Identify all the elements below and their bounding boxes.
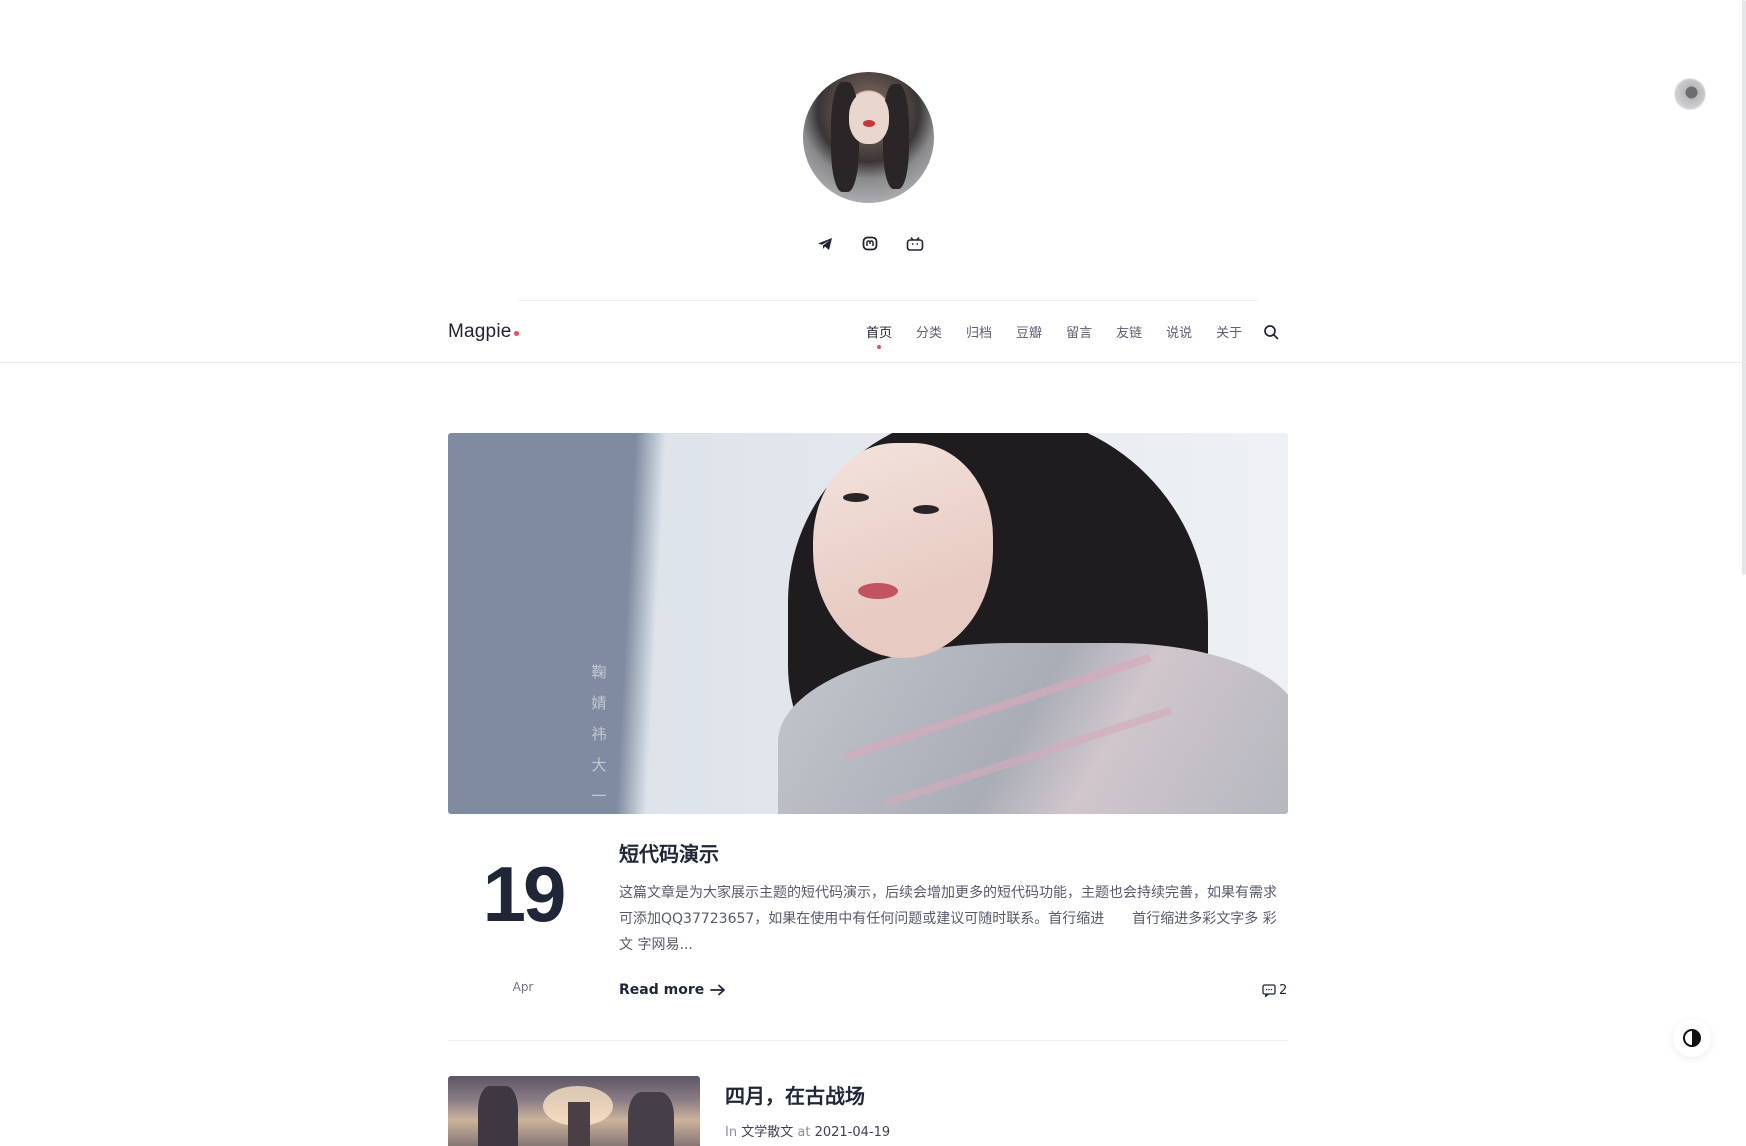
mastodon-icon[interactable]	[858, 232, 882, 256]
nav-item-guestbook[interactable]: 留言	[1066, 322, 1092, 341]
comment-count[interactable]: 2	[1262, 983, 1287, 998]
post-date-month: Apr	[512, 980, 534, 994]
site-brand[interactable]: Magpie	[448, 321, 519, 343]
arrow-right-icon	[710, 984, 726, 996]
post-thumbnail[interactable]	[448, 1076, 700, 1146]
post-meta: In 文学散文 at 2021-04-19	[725, 1125, 891, 1140]
profile-avatar	[803, 72, 934, 203]
search-icon[interactable]	[1262, 323, 1280, 341]
post-title[interactable]: 四月，在古战场	[725, 1080, 865, 1109]
nav-item-home[interactable]: 首页	[866, 322, 892, 349]
telegram-icon[interactable]	[813, 232, 837, 256]
comment-icon	[1262, 984, 1276, 997]
nav-item-categories[interactable]: 分类	[916, 322, 942, 341]
post-excerpt: 这篇文章是为大家展示主题的短代码演示，后续会增加更多的短代码功能，主题也会持续完…	[619, 885, 1277, 953]
contrast-icon[interactable]	[1673, 1019, 1711, 1057]
post-divider	[448, 1040, 1288, 1041]
post-category-link[interactable]: 文学散文	[741, 1125, 793, 1140]
nav-item-links[interactable]: 友链	[1116, 322, 1142, 341]
nav-item-about[interactable]: 关于	[1216, 322, 1242, 341]
nav-item-archive[interactable]: 归档	[966, 322, 992, 341]
user-avatar[interactable]	[1674, 78, 1706, 110]
scrollbar[interactable]	[1742, 0, 1746, 575]
social-links	[805, 232, 935, 256]
post-date-day: 19	[482, 850, 567, 938]
header-divider	[518, 300, 1258, 301]
read-more-link[interactable]: Read more	[619, 982, 726, 998]
post-date: 2021-04-19	[814, 1125, 891, 1140]
main-nav: 首页 分类 归档 豆瓣 留言 友链 说说 关于	[866, 322, 1280, 349]
bilibili-icon[interactable]	[903, 232, 927, 256]
nav-item-moments[interactable]: 说说	[1166, 322, 1192, 341]
post-title[interactable]: 短代码演示	[619, 838, 719, 867]
cover-vertical-text: 鞠 婧 祎 大 一	[591, 663, 607, 805]
navbar: Magpie 首页 分类 归档 豆瓣 留言 友链 说说 关于	[0, 302, 1746, 363]
brand-dot	[513, 331, 519, 336]
post-cover-image[interactable]: 鞠 婧 祎 大 一	[448, 433, 1288, 814]
nav-item-douban[interactable]: 豆瓣	[1016, 322, 1042, 341]
